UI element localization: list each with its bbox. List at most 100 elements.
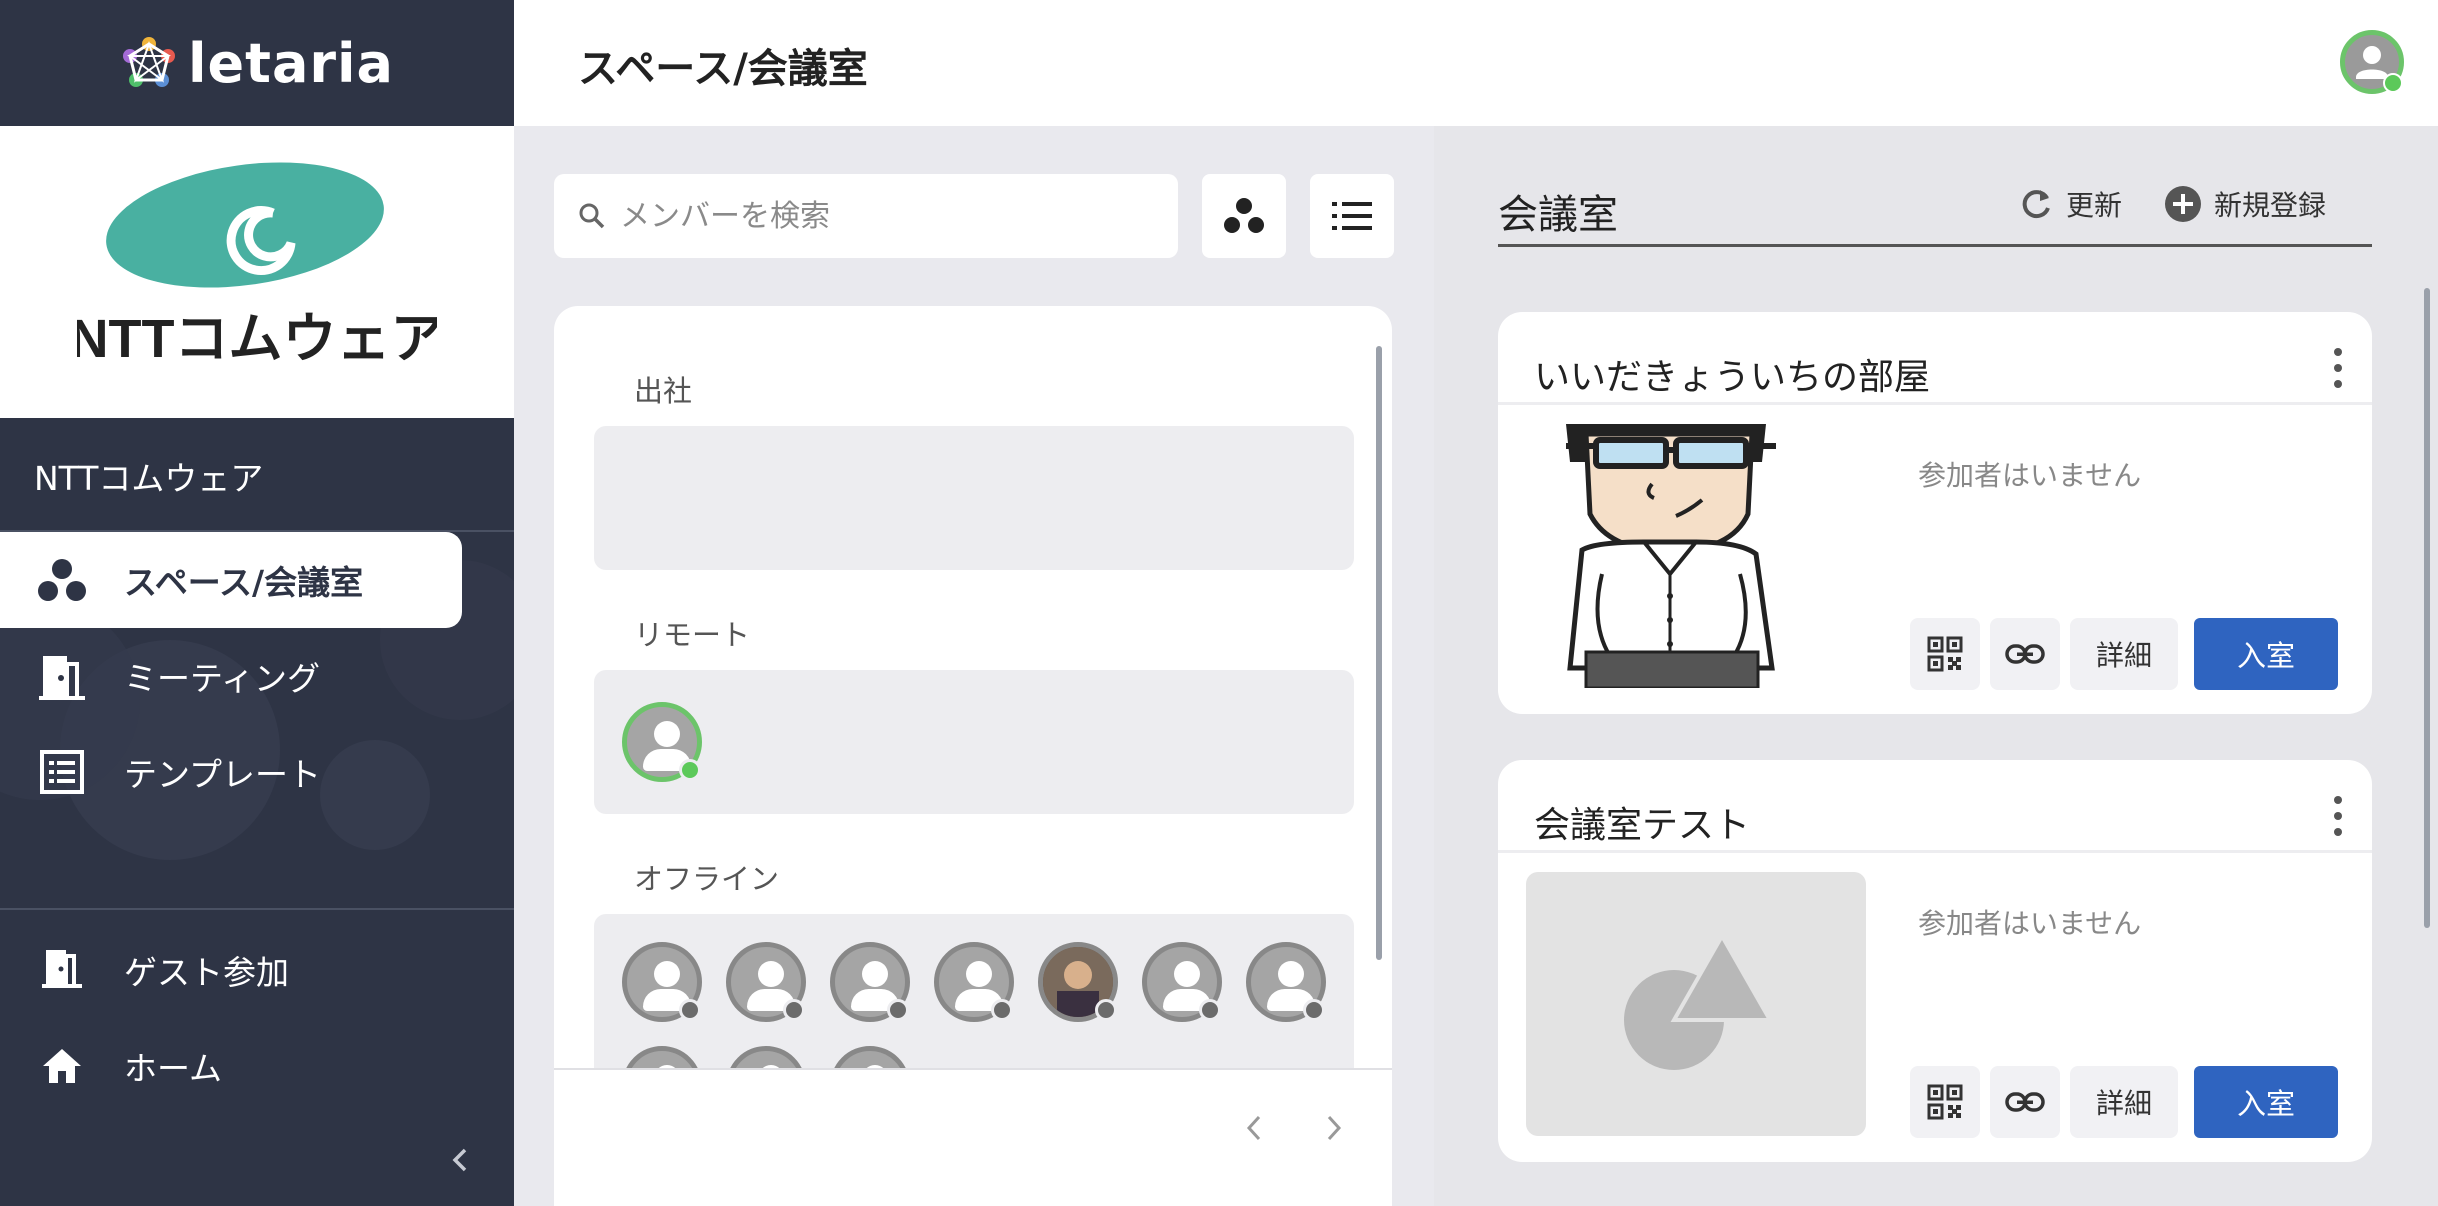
nav-label: スペース/会議室 bbox=[124, 563, 364, 602]
members-card: 出社 リモート オフライン bbox=[554, 306, 1392, 1206]
image-placeholder-icon bbox=[1624, 931, 1774, 1070]
refresh-button[interactable]: 更新 bbox=[2018, 184, 2122, 224]
home-icon bbox=[34, 1038, 90, 1094]
chevron-left-icon bbox=[1246, 1115, 1261, 1141]
nav-item-guest[interactable]: ゲスト参加 bbox=[0, 922, 462, 1018]
member-avatar[interactable] bbox=[934, 942, 1014, 1022]
ntt-comware-logo: NTTコムウェア bbox=[77, 162, 437, 369]
members-pane: 出社 リモート オフライン bbox=[514, 126, 1434, 1206]
chevron-left-icon bbox=[452, 1148, 467, 1172]
copy-link-button[interactable] bbox=[1990, 1066, 2060, 1138]
nav-label: テンプレート bbox=[124, 755, 322, 794]
room-detail-button[interactable]: 詳細 bbox=[2070, 618, 2178, 690]
status-dot bbox=[887, 999, 909, 1021]
more-options-icon[interactable] bbox=[2330, 348, 2346, 388]
more-options-icon[interactable] bbox=[2330, 796, 2346, 836]
rooms-scrollbar[interactable] bbox=[2424, 288, 2430, 928]
space-icon bbox=[34, 552, 90, 608]
member-avatar[interactable] bbox=[830, 942, 910, 1022]
participants-status: 参加者はいません bbox=[1918, 459, 2142, 492]
list-view-button[interactable] bbox=[1310, 174, 1394, 258]
group-label-remote: リモート bbox=[634, 618, 751, 652]
rooms-title: 会議室 bbox=[1498, 192, 1618, 238]
search-input[interactable] bbox=[618, 197, 1158, 235]
guest-door-icon bbox=[34, 942, 90, 998]
member-avatar[interactable] bbox=[1142, 942, 1222, 1022]
list-icon bbox=[1332, 202, 1372, 230]
group-remote bbox=[594, 670, 1354, 814]
member-photo-avatar[interactable] bbox=[1038, 942, 1118, 1022]
link-icon bbox=[2005, 1092, 2045, 1112]
nav-label: ゲスト参加 bbox=[124, 953, 289, 992]
add-circle-icon bbox=[2165, 186, 2201, 222]
org-logo-card: NTTコムウェア bbox=[0, 126, 514, 418]
next-page-button[interactable] bbox=[1314, 1108, 1354, 1148]
group-label-offline: オフライン bbox=[634, 862, 780, 896]
new-room-button[interactable]: 新規登録 bbox=[2164, 184, 2326, 224]
room-card[interactable]: 会議室テスト 参加者はいません 詳細 入室 bbox=[1498, 760, 2372, 1162]
room-divider bbox=[1498, 402, 2372, 405]
nav-item-spaces[interactable]: スペース/会議室 bbox=[0, 532, 462, 628]
nav-item-meeting[interactable]: ミーティング bbox=[0, 628, 462, 724]
member-avatar[interactable] bbox=[622, 702, 702, 782]
letaria-logo-icon bbox=[123, 37, 176, 87]
top-header: スペース/会議室 bbox=[514, 0, 2438, 126]
rooms-title-underline bbox=[1498, 244, 2372, 247]
room-name: 会議室テスト bbox=[1534, 805, 1751, 846]
nav-item-home[interactable]: ホーム bbox=[0, 1018, 462, 1114]
qr-code-button[interactable] bbox=[1910, 1066, 1980, 1138]
user-avatar[interactable] bbox=[2340, 30, 2404, 94]
member-avatar[interactable] bbox=[726, 942, 806, 1022]
chevron-right-icon bbox=[1327, 1115, 1342, 1141]
room-name: いいだきょういちの部屋 bbox=[1534, 357, 1931, 398]
members-scrollbar[interactable] bbox=[1376, 346, 1382, 960]
member-avatar[interactable] bbox=[1246, 942, 1326, 1022]
nav-label: ミーティング bbox=[124, 659, 321, 698]
enter-room-button[interactable]: 入室 bbox=[2194, 1066, 2338, 1138]
svg-text:NTTコムウェア: NTTコムウェア bbox=[77, 309, 437, 369]
status-dot bbox=[1303, 999, 1325, 1021]
brand-name: letaria bbox=[188, 31, 394, 95]
org-name: NTTコムウェア bbox=[34, 459, 264, 498]
letaria-logo[interactable]: letaria bbox=[120, 32, 394, 95]
new-room-label: 新規登録 bbox=[2214, 189, 2327, 222]
nav-label: ホーム bbox=[124, 1049, 223, 1088]
refresh-icon bbox=[2022, 190, 2050, 219]
search-icon bbox=[579, 203, 605, 229]
status-dot bbox=[679, 999, 701, 1021]
space-view-button[interactable] bbox=[1202, 174, 1286, 258]
template-icon bbox=[34, 744, 90, 800]
link-icon bbox=[2005, 644, 2045, 664]
page-title: スペース/会議室 bbox=[578, 46, 868, 92]
rooms-pane: 会議室 更新 新規登録 いいだきょういちの部屋 参加者はいません 詳細 入室 会… bbox=[1434, 126, 2438, 1206]
room-thumbnail-placeholder bbox=[1526, 872, 1866, 1136]
space-icon bbox=[1224, 198, 1264, 233]
qr-code-button[interactable] bbox=[1910, 618, 1980, 690]
door-icon bbox=[34, 648, 90, 704]
member-search[interactable] bbox=[554, 174, 1178, 258]
status-dot bbox=[1095, 999, 1117, 1021]
member-avatar[interactable] bbox=[622, 942, 702, 1022]
prev-page-button[interactable] bbox=[1234, 1108, 1274, 1148]
room-divider bbox=[1498, 850, 2372, 853]
qr-code-icon bbox=[1927, 1084, 1963, 1120]
copy-link-button[interactable] bbox=[1990, 618, 2060, 690]
participants-status: 参加者はいません bbox=[1918, 907, 2142, 940]
group-office bbox=[594, 426, 1354, 570]
nav-item-template[interactable]: テンプレート bbox=[0, 724, 462, 820]
status-dot bbox=[783, 999, 805, 1021]
status-dot bbox=[1199, 999, 1221, 1021]
members-pager bbox=[554, 1068, 1392, 1206]
room-thumbnail-character bbox=[1526, 424, 1866, 688]
qr-code-icon bbox=[1927, 636, 1963, 672]
room-card[interactable]: いいだきょういちの部屋 参加者はいません 詳細 入室 bbox=[1498, 312, 2372, 714]
enter-room-button[interactable]: 入室 bbox=[2194, 618, 2338, 690]
sidebar-divider bbox=[0, 908, 514, 910]
online-status-dot bbox=[2383, 73, 2403, 93]
refresh-label: 更新 bbox=[2066, 189, 2123, 222]
sidebar: letaria NTTコムウェア NTTコムウェア スペース/会議室 ミーティン… bbox=[0, 0, 514, 1206]
room-detail-button[interactable]: 詳細 bbox=[2070, 1066, 2178, 1138]
status-dot bbox=[679, 759, 701, 781]
group-label-office: 出社 bbox=[634, 374, 693, 408]
collapse-sidebar-button[interactable] bbox=[440, 1140, 480, 1180]
